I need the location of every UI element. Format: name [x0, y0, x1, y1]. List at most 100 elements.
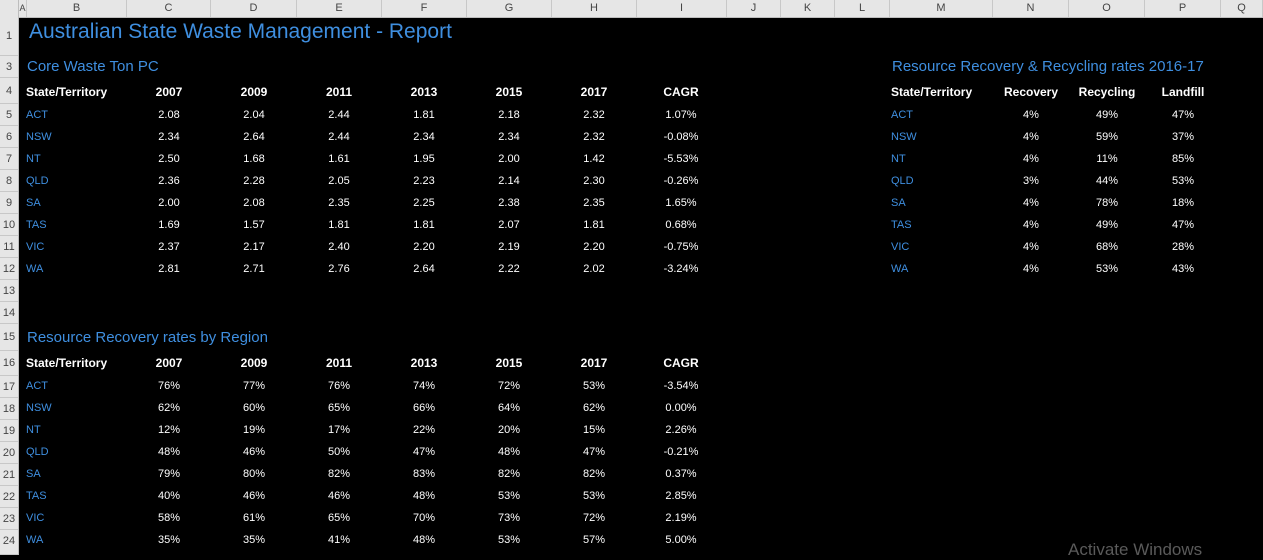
table2-data-cell[interactable]: 48% — [413, 534, 435, 546]
table1-data-cell[interactable]: 1.68 — [243, 153, 264, 165]
table2-state-label[interactable]: ACT — [26, 380, 48, 392]
table2-data-cell[interactable]: 2.19% — [665, 512, 696, 524]
worksheet-grid[interactable] — [19, 18, 1263, 555]
table2-data-cell[interactable]: 5.00% — [665, 534, 696, 546]
row-header-14[interactable]: 14 — [0, 302, 18, 324]
table3-state-label[interactable]: NSW — [891, 131, 917, 143]
table1-data-cell[interactable]: 2.08 — [158, 109, 179, 121]
table3-data-cell[interactable]: 47% — [1172, 219, 1194, 231]
table3-data-cell[interactable]: 4% — [1023, 241, 1039, 253]
table2-data-cell[interactable]: 46% — [328, 490, 350, 502]
table1-data-cell[interactable]: 2.50 — [158, 153, 179, 165]
table1-data-cell[interactable]: 2.34 — [498, 131, 519, 143]
table1-data-cell[interactable]: 2.81 — [158, 263, 179, 275]
column-header-a[interactable]: A — [19, 0, 27, 17]
table2-state-label[interactable]: NT — [26, 424, 41, 436]
table2-data-cell[interactable]: 72% — [583, 512, 605, 524]
table3-data-cell[interactable]: 4% — [1023, 197, 1039, 209]
table3-header-cell[interactable]: State/Territory — [891, 85, 972, 99]
report-title[interactable]: Australian State Waste Management - Repo… — [29, 20, 452, 44]
table3-data-cell[interactable]: 68% — [1096, 241, 1118, 253]
column-header-o[interactable]: O — [1069, 0, 1145, 17]
column-header-g[interactable]: G — [467, 0, 552, 17]
table1-data-cell[interactable]: 2.35 — [583, 197, 604, 209]
table1-state-label[interactable]: QLD — [26, 175, 49, 187]
table2-data-cell[interactable]: 58% — [158, 512, 180, 524]
table3-data-cell[interactable]: 49% — [1096, 219, 1118, 231]
table1-data-cell[interactable]: 2.14 — [498, 175, 519, 187]
row-header-23[interactable]: 23 — [0, 508, 18, 530]
table2-data-cell[interactable]: -0.21% — [664, 446, 699, 458]
column-header-i[interactable]: I — [637, 0, 727, 17]
table2-data-cell[interactable]: 47% — [413, 446, 435, 458]
table2-data-cell[interactable]: 53% — [498, 534, 520, 546]
table2-data-cell[interactable]: 22% — [413, 424, 435, 436]
table1-data-cell[interactable]: 2.44 — [328, 131, 349, 143]
table2-data-cell[interactable]: 60% — [243, 402, 265, 414]
row-header-24[interactable]: 24 — [0, 530, 18, 555]
table1-data-cell[interactable]: 2.07 — [498, 219, 519, 231]
table2-data-cell[interactable]: 82% — [583, 468, 605, 480]
table1-data-cell[interactable]: 2.35 — [328, 197, 349, 209]
row-header-15[interactable]: 15 — [0, 324, 18, 351]
table1-data-cell[interactable]: 2.20 — [413, 241, 434, 253]
table2-data-cell[interactable]: 73% — [498, 512, 520, 524]
column-header-l[interactable]: L — [835, 0, 890, 17]
table1-data-cell[interactable]: 2.71 — [243, 263, 264, 275]
table2-data-cell[interactable]: 35% — [158, 534, 180, 546]
table2-title[interactable]: Resource Recovery rates by Region — [27, 329, 268, 346]
table1-data-cell[interactable]: 2.00 — [498, 153, 519, 165]
table3-data-cell[interactable]: 4% — [1023, 109, 1039, 121]
table2-state-label[interactable]: NSW — [26, 402, 52, 414]
row-header-10[interactable]: 10 — [0, 214, 18, 236]
column-header-q[interactable]: Q — [1221, 0, 1263, 17]
row-header-6[interactable]: 6 — [0, 126, 18, 148]
row-header-13[interactable]: 13 — [0, 280, 18, 302]
column-header-b[interactable]: B — [27, 0, 127, 17]
table3-state-label[interactable]: TAS — [891, 219, 912, 231]
table2-header-cell[interactable]: CAGR — [663, 356, 698, 370]
table1-data-cell[interactable]: 2.28 — [243, 175, 264, 187]
table1-data-cell[interactable]: -0.26% — [664, 175, 699, 187]
table1-data-cell[interactable]: 2.17 — [243, 241, 264, 253]
table3-header-cell[interactable]: Recycling — [1079, 85, 1136, 99]
table1-data-cell[interactable]: 2.76 — [328, 263, 349, 275]
table1-title[interactable]: Core Waste Ton PC — [27, 58, 159, 75]
table3-data-cell[interactable]: 4% — [1023, 131, 1039, 143]
table2-data-cell[interactable]: 0.37% — [665, 468, 696, 480]
table3-data-cell[interactable]: 4% — [1023, 263, 1039, 275]
select-all-corner[interactable] — [0, 0, 19, 17]
table2-state-label[interactable]: WA — [26, 534, 43, 546]
table2-data-cell[interactable]: 76% — [158, 380, 180, 392]
row-header-16[interactable]: 16 — [0, 351, 18, 376]
table2-data-cell[interactable]: 2.85% — [665, 490, 696, 502]
table1-data-cell[interactable]: 2.08 — [243, 197, 264, 209]
table1-state-label[interactable]: VIC — [26, 241, 44, 253]
column-header-k[interactable]: K — [781, 0, 835, 17]
table3-state-label[interactable]: QLD — [891, 175, 914, 187]
table2-data-cell[interactable]: 0.00% — [665, 402, 696, 414]
row-header-8[interactable]: 8 — [0, 170, 18, 192]
table1-data-cell[interactable]: 1.57 — [243, 219, 264, 231]
table3-data-cell[interactable]: 85% — [1172, 153, 1194, 165]
table1-data-cell[interactable]: 2.64 — [243, 131, 264, 143]
table2-data-cell[interactable]: 57% — [583, 534, 605, 546]
table2-header-cell[interactable]: 2013 — [411, 356, 438, 370]
table2-data-cell[interactable]: 53% — [583, 380, 605, 392]
table2-data-cell[interactable]: -3.54% — [664, 380, 699, 392]
table1-header-cell[interactable]: State/Territory — [26, 85, 107, 99]
table1-data-cell[interactable]: 2.34 — [413, 131, 434, 143]
table2-data-cell[interactable]: 64% — [498, 402, 520, 414]
table3-data-cell[interactable]: 3% — [1023, 175, 1039, 187]
column-header-c[interactable]: C — [127, 0, 211, 17]
table1-data-cell[interactable]: -3.24% — [664, 263, 699, 275]
column-header-m[interactable]: M — [890, 0, 993, 17]
row-header-22[interactable]: 22 — [0, 486, 18, 508]
table2-data-cell[interactable]: 48% — [498, 446, 520, 458]
table2-data-cell[interactable]: 50% — [328, 446, 350, 458]
table1-data-cell[interactable]: 2.04 — [243, 109, 264, 121]
table1-data-cell[interactable]: 2.22 — [498, 263, 519, 275]
table1-state-label[interactable]: TAS — [26, 219, 47, 231]
table1-data-cell[interactable]: 2.25 — [413, 197, 434, 209]
table2-data-cell[interactable]: 47% — [583, 446, 605, 458]
